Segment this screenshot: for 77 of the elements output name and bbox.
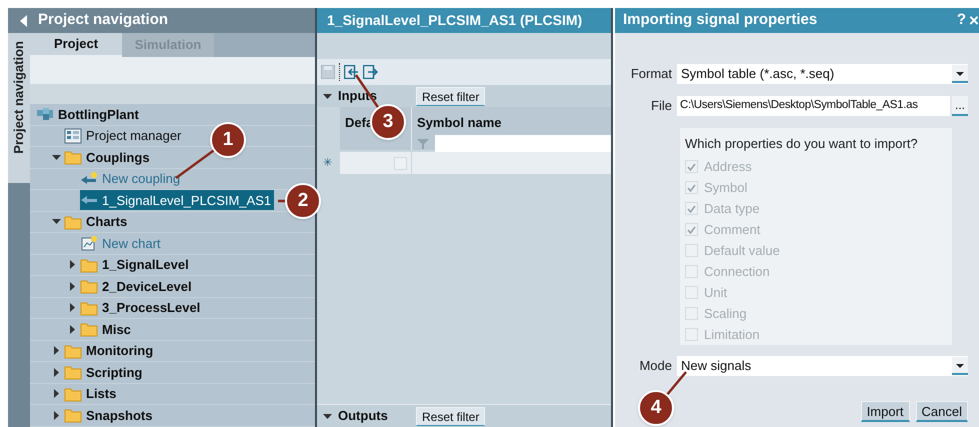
checkbox-label: Scaling [704,304,747,323]
field-label: Format [630,65,673,84]
folder-icon [64,149,82,166]
checkbox-label: Symbol [704,179,748,198]
tree-item[interactable]: Project manager [86,126,182,146]
collapse-panel-icon[interactable] [20,14,28,26]
export-icon[interactable] [363,64,378,78]
collapse-caret-icon[interactable] [323,412,332,420]
dialog-button[interactable]: Cancel [916,401,968,422]
mode-field[interactable]: New signals [677,356,968,376]
table-icon [64,128,82,144]
new-row-marker: ✳ [322,156,333,171]
dropdown-icon[interactable] [952,357,968,375]
field-label: File [650,97,673,116]
expand-caret-icon[interactable] [52,368,60,377]
folder-icon [80,278,98,294]
checkbox-label: Data type [704,200,760,218]
folder-icon [64,386,82,402]
tree-item[interactable]: Charts [86,212,128,232]
tree-item[interactable]: 3_ProcessLevel [102,298,200,318]
panel-title: Project navigation [38,10,168,30]
side-tab[interactable]: Project navigation [8,33,30,183]
checkbox[interactable] [394,156,407,170]
panel-question: Which properties do you want to import? [685,135,919,153]
folder-icon [80,256,98,273]
help-button[interactable]: ? [954,9,969,32]
tree-item[interactable]: Misc [102,320,131,339]
tree-item[interactable]: Couplings [86,148,150,167]
folder-icon [80,321,98,338]
format-field[interactable]: Symbol table (*.asc, *.seq) [677,64,968,84]
expand-caret-icon[interactable] [52,410,60,420]
tree-item[interactable]: Snapshots [86,406,152,425]
checkbox-label: Address [704,158,752,176]
dialog-title: Importing signal properties [623,10,818,30]
tree-item[interactable]: Scripting [86,362,142,382]
checkbox-label: Connection [704,262,770,281]
collapse-caret-icon[interactable] [52,217,60,226]
reset-filter-button[interactable]: Reset filter [416,406,486,426]
checkbox-label: Comment [704,221,760,240]
checkbox-label: Unit [704,284,728,302]
reset-filter-button[interactable]: Reset filter [416,86,486,106]
table-cell[interactable] [412,152,611,174]
expand-caret-icon[interactable] [68,282,76,291]
tree-item[interactable]: BottlingPlant [58,104,139,124]
cubes-icon [36,106,54,122]
filter-field[interactable] [435,134,611,152]
tree-item[interactable]: 1_SignalLevel_PLCSIM_AS1 [80,190,274,210]
folder-icon [64,364,82,380]
tree-item[interactable]: Lists [86,384,116,404]
import-icon[interactable] [344,64,359,78]
close-button[interactable]: × [969,12,979,29]
checkbox-label: Default value [704,242,780,260]
chart-star-icon [80,235,98,252]
folder-icon [64,342,82,359]
tab[interactable]: Project [30,33,122,57]
editor-title: 1_SignalLevel_PLCSIM_AS1 (PLCSIM) [327,11,582,30]
folder-icon [64,407,82,424]
collapse-caret-icon[interactable] [323,92,332,100]
checkbox-label: Limitation [704,326,760,344]
file-field[interactable]: C:\Users\Siemens\Desktop\SymbolTable_AS1.as [677,96,950,116]
folder-icon [64,214,82,230]
expand-caret-icon[interactable] [68,324,76,334]
expand-caret-icon[interactable] [68,303,76,312]
section-title: Outputs [338,407,389,426]
expand-caret-icon[interactable] [68,260,76,270]
dropdown-icon[interactable] [952,65,968,83]
tree-item[interactable]: 1_SignalLevel [102,255,189,274]
collapse-caret-icon[interactable] [52,152,60,162]
arrow-star-icon [80,170,98,187]
folder-icon [80,300,98,316]
expand-caret-icon[interactable] [52,346,60,356]
tree-item[interactable]: 2_DeviceLevel [102,276,192,296]
browse-button[interactable]: ... [952,96,968,116]
tree-item[interactable]: Monitoring [86,341,154,360]
expand-caret-icon[interactable] [52,389,60,398]
dialog-button[interactable]: Import [860,401,910,422]
field-label: Mode [638,357,673,376]
